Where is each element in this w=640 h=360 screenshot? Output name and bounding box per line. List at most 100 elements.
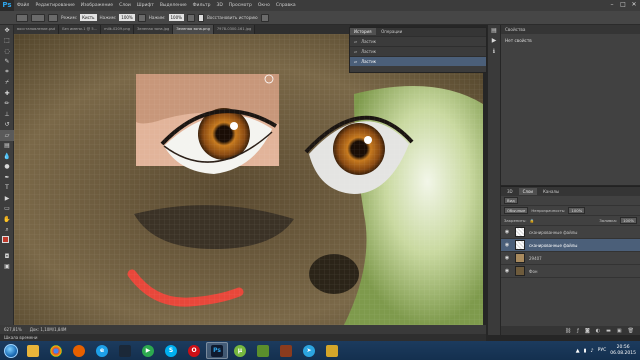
tool-preset-picker[interactable]: [16, 13, 28, 22]
tab-channels[interactable]: Каналы: [539, 188, 563, 195]
move-tool-icon[interactable]: ✥: [0, 25, 14, 36]
opacity-field[interactable]: 100%: [119, 14, 135, 21]
history-row[interactable]: ▱ Ластик: [350, 46, 486, 56]
menu-layers[interactable]: Слои: [116, 3, 134, 8]
marquee-tool-icon[interactable]: ⬚: [0, 36, 14, 47]
blur-tool-icon[interactable]: 💧: [0, 151, 14, 162]
flow-field[interactable]: 100%: [168, 14, 184, 21]
layer-row[interactable]: ◉ сканированные файлы: [501, 226, 640, 239]
zoom-level[interactable]: 627,81%: [4, 327, 22, 332]
lasso-tool-icon[interactable]: ◌: [0, 46, 14, 57]
zoom-tool-icon[interactable]: ⌕: [0, 225, 14, 236]
eraser-tool-icon[interactable]: ▱: [0, 130, 14, 141]
taskbar-firefox[interactable]: [68, 342, 90, 359]
restore-history-checkbox[interactable]: [197, 13, 204, 22]
taskbar-explorer[interactable]: [22, 342, 44, 359]
brush-size-picker[interactable]: [31, 13, 45, 22]
tab-layers[interactable]: Слои: [518, 188, 538, 195]
volume-icon[interactable]: ♪: [590, 348, 593, 354]
taskbar-opera[interactable]: O: [183, 342, 205, 359]
pressure-opacity-toggle[interactable]: [137, 13, 146, 22]
taskbar-telegram[interactable]: ➤: [298, 342, 320, 359]
pressure-size-toggle[interactable]: [260, 13, 269, 22]
document-size[interactable]: Док: 1,10M/1,84M: [30, 327, 67, 332]
layer-filter-select[interactable]: Вид: [504, 197, 518, 204]
visibility-eye-icon[interactable]: ◉: [503, 229, 511, 235]
lock-icon[interactable]: 🔒: [529, 218, 534, 223]
tab-doc-5[interactable]: Зеленая зона.png: [173, 25, 214, 34]
crop-tool-icon[interactable]: ⌗: [0, 67, 14, 78]
layer-opacity-field[interactable]: 100%: [568, 207, 586, 214]
layer-row[interactable]: ◉ 29407: [501, 252, 640, 265]
tab-doc-4[interactable]: Зеленая зона.jpg: [134, 25, 174, 34]
link-icon[interactable]: ⛓: [565, 328, 571, 334]
menu-select[interactable]: Выделение: [157, 3, 190, 8]
hand-tool-icon[interactable]: ✋: [0, 214, 14, 225]
properties-title[interactable]: Свойства: [501, 25, 640, 34]
menu-image[interactable]: Изображение: [78, 3, 116, 8]
menu-window[interactable]: Окно: [255, 3, 273, 8]
tab-doc-2[interactable]: Без имени-1 @ 5...: [59, 25, 102, 34]
taskbar-folder[interactable]: [321, 342, 343, 359]
menu-type[interactable]: Шрифт: [134, 3, 157, 8]
pen-tool-icon[interactable]: ✒: [0, 172, 14, 183]
taskbar-minecraft[interactable]: [252, 342, 274, 359]
type-tool-icon[interactable]: T: [0, 183, 14, 194]
start-button[interactable]: [0, 341, 22, 360]
canvas-image[interactable]: [14, 34, 483, 325]
screen-mode-icon[interactable]: ▣: [0, 262, 14, 273]
menu-help[interactable]: Справка: [273, 3, 299, 8]
menu-edit[interactable]: Редактирование: [32, 3, 77, 8]
stamp-tool-icon[interactable]: ⊥: [0, 109, 14, 120]
maximize-icon[interactable]: □: [619, 1, 627, 9]
menu-file[interactable]: Файл: [14, 3, 32, 8]
minimize-icon[interactable]: –: [608, 1, 616, 9]
language-indicator[interactable]: РУС: [598, 348, 607, 353]
tab-actions[interactable]: Операции: [377, 28, 406, 35]
fx-icon[interactable]: ƒ: [577, 328, 579, 334]
history-brush-tool-icon[interactable]: ↺: [0, 120, 14, 131]
folder-icon[interactable]: ▬: [606, 328, 611, 334]
timeline-bar[interactable]: Шкала времени: [0, 334, 486, 341]
quick-mask-icon[interactable]: ◘: [0, 251, 14, 262]
taskbar-ie[interactable]: e: [91, 342, 113, 359]
taskbar-game[interactable]: [275, 342, 297, 359]
new-layer-icon[interactable]: ▣: [617, 328, 622, 334]
quick-select-tool-icon[interactable]: ✎: [0, 57, 14, 68]
healing-tool-icon[interactable]: ✚: [0, 88, 14, 99]
visibility-eye-icon[interactable]: ◉: [503, 268, 511, 274]
tray-arrow-icon[interactable]: ▲: [576, 348, 580, 354]
tab-3d[interactable]: 3D: [503, 188, 517, 195]
tab-doc-1[interactable]: восстановление.psd: [14, 25, 60, 34]
menu-3d[interactable]: 3D: [213, 3, 225, 8]
visibility-eye-icon[interactable]: ◉: [503, 255, 511, 261]
blend-mode-select[interactable]: Обычные: [504, 207, 529, 214]
layer-row[interactable]: ◉ Фон: [501, 265, 640, 278]
actions-panel-icon[interactable]: ▶: [488, 36, 500, 47]
mask-icon[interactable]: ◙: [585, 328, 590, 334]
foreground-color-swatch[interactable]: [2, 236, 9, 243]
history-panel-icon[interactable]: ▤: [488, 25, 500, 36]
taskbar-photoshop[interactable]: Ps: [206, 342, 228, 359]
info-panel-icon[interactable]: ℹ: [488, 46, 500, 57]
tab-doc-3[interactable]: milk-0209.png: [101, 25, 135, 34]
menu-view[interactable]: Просмотр: [226, 3, 255, 8]
taskbar-steam[interactable]: [114, 342, 136, 359]
tab-history[interactable]: История: [350, 28, 376, 35]
eyedropper-tool-icon[interactable]: ⌿: [0, 78, 14, 89]
tab-doc-6[interactable]: 7978-0300-161.jpg: [213, 25, 256, 34]
layer-row[interactable]: ◉ сканированные файлы: [501, 239, 640, 252]
taskbar-media[interactable]: ▶: [137, 342, 159, 359]
trash-icon[interactable]: 🗑: [628, 328, 634, 334]
adjustment-icon[interactable]: ◐: [596, 328, 600, 334]
shape-tool-icon[interactable]: ▭: [0, 204, 14, 215]
document-canvas[interactable]: [14, 34, 483, 325]
fill-field[interactable]: 100%: [620, 217, 637, 224]
brush-panel-toggle[interactable]: [48, 13, 58, 22]
mode-select[interactable]: Кисть: [80, 14, 97, 21]
taskbar-chrome[interactable]: [45, 342, 67, 359]
color-swatches[interactable]: [0, 235, 14, 251]
close-icon[interactable]: ✕: [630, 1, 638, 9]
airbrush-toggle[interactable]: [186, 13, 195, 22]
visibility-eye-icon[interactable]: ◉: [503, 242, 511, 248]
